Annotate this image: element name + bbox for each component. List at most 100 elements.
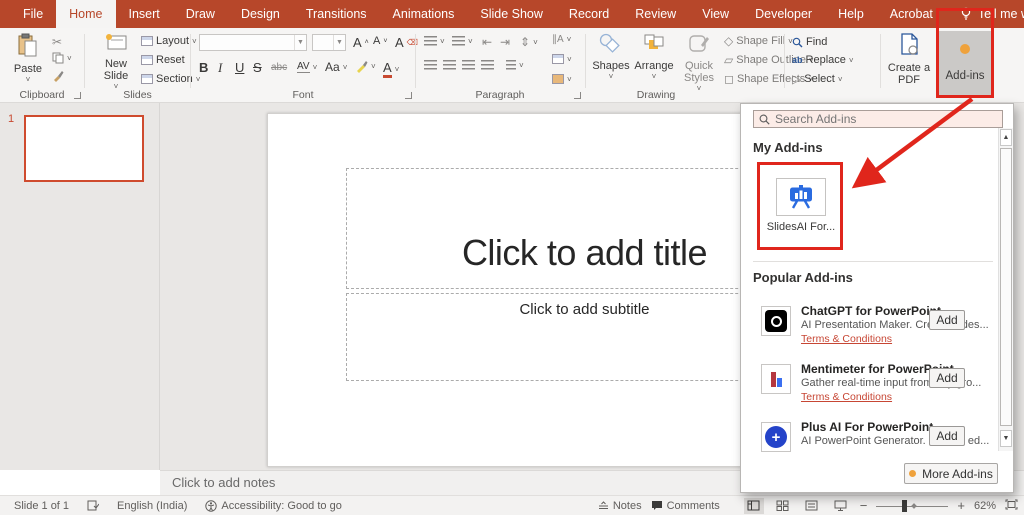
language-status[interactable]: English (India) (117, 500, 187, 512)
arrange-button[interactable]: Arrange ˅ (633, 33, 675, 81)
paragraph-dialog-launcher[interactable] (574, 92, 581, 99)
font-group-label: Font (292, 89, 314, 101)
paragraph-group-label: Paragraph (475, 89, 525, 101)
menu-tab-animations[interactable]: Animations (380, 0, 468, 28)
layout-button[interactable]: Layout ˅ (141, 35, 197, 47)
panel-scrollbar[interactable]: ▲ ▼ (998, 128, 1013, 451)
display-settings-icon[interactable] (87, 500, 100, 511)
font-size-select[interactable]: ▼ (312, 34, 346, 51)
font-dialog-launcher[interactable] (405, 92, 412, 99)
accessibility-status[interactable]: Accessibility: Good to go (205, 500, 342, 512)
smartart-button[interactable]: ˅ (552, 74, 572, 84)
strikethrough-button[interactable]: S (253, 60, 262, 75)
cut-button[interactable]: ✂ (52, 35, 62, 49)
underline-button[interactable]: U (235, 60, 244, 75)
paragraph-group: ˅ ˅ ⇤ ⇥ ⇕ ˅ ∥A ˅ ˅ ˅ ˅ Paragraph (416, 28, 584, 102)
shapes-button[interactable]: Shapes ˅ (592, 33, 630, 81)
numbering-button[interactable]: ˅ (452, 36, 473, 46)
new-slide-button[interactable]: New Slide ˅ (95, 33, 137, 91)
add-addin-button[interactable]: Add (929, 426, 965, 446)
menu-tab-view[interactable]: View (689, 0, 742, 28)
fit-to-window-button[interactable] (1005, 499, 1018, 513)
scrollbar-thumb[interactable] (1000, 148, 1012, 426)
bullets-button[interactable]: ˅ (424, 36, 445, 46)
terms-conditions-link[interactable]: Terms & Conditions (801, 391, 892, 403)
menu-tab-developer[interactable]: Developer (742, 0, 825, 28)
paste-icon (18, 33, 37, 57)
addins-search-input[interactable] (775, 112, 975, 126)
scroll-down-button[interactable]: ▼ (1000, 430, 1012, 447)
highlight-color-button[interactable]: ˅ (355, 60, 376, 73)
copy-button[interactable]: ˅ (52, 52, 72, 64)
create-pdf-label: Create a PDF (887, 62, 931, 86)
change-case-button[interactable]: Aa ˅ (325, 60, 347, 74)
text-direction-button[interactable]: ∥A ˅ (552, 34, 571, 45)
new-slide-icon (106, 34, 127, 50)
decrease-font-button[interactable]: A ˅ (373, 35, 387, 47)
addin-dot-icon (909, 470, 917, 477)
menu-tab-transitions[interactable]: Transitions (293, 0, 380, 28)
scroll-up-button[interactable]: ▲ (1000, 129, 1012, 146)
shapes-label: Shapes (592, 60, 630, 72)
menu-tab-file[interactable]: File (10, 0, 56, 28)
terms-conditions-link[interactable]: Terms & Conditions (801, 333, 892, 345)
notes-toggle[interactable]: Notes (598, 500, 642, 512)
align-text-button[interactable]: ˅ (552, 54, 572, 64)
create-pdf-button[interactable]: Create a PDF (885, 33, 933, 86)
notes-icon (598, 500, 608, 509)
italic-button[interactable]: I (218, 60, 222, 76)
increase-indent-button[interactable]: ⇥ (500, 35, 510, 49)
add-addin-button[interactable]: Add (929, 368, 965, 388)
menu-tab-draw[interactable]: Draw (173, 0, 228, 28)
font-name-select[interactable]: ▼ (199, 34, 307, 51)
bold-button[interactable]: B (199, 60, 208, 75)
menu-tab-insert[interactable]: Insert (116, 0, 173, 28)
menu-tab-design[interactable]: Design (228, 0, 293, 28)
arrange-icon (644, 34, 664, 49)
comments-toggle[interactable]: Comments (651, 500, 720, 512)
find-button[interactable]: Find (792, 36, 827, 48)
menu-tab-record[interactable]: Record (556, 0, 622, 28)
line-spacing-button[interactable]: ⇕ ˅ (520, 35, 538, 49)
slideshow-view-button[interactable] (831, 498, 851, 514)
slide-sorter-view-button[interactable] (773, 498, 793, 514)
align-center-button[interactable] (443, 60, 456, 70)
menu-tab-review[interactable]: Review (622, 0, 689, 28)
zoom-slider-handle[interactable] (902, 499, 908, 512)
align-left-button[interactable] (424, 60, 437, 70)
menu-tab-slide-show[interactable]: Slide Show (467, 0, 556, 28)
reset-button[interactable]: Reset (141, 54, 185, 66)
shape-fill-button[interactable]: ◇ Shape Fill ˅ (724, 34, 793, 48)
menu-tab-home[interactable]: Home (56, 0, 116, 28)
replace-button[interactable]: ab Replace ˅ (792, 54, 854, 66)
more-addins-button[interactable]: More Add-ins (904, 463, 998, 484)
format-painter-button[interactable] (52, 70, 64, 82)
align-right-button[interactable] (462, 60, 475, 70)
clipboard-dialog-launcher[interactable] (74, 92, 81, 99)
zoom-slider[interactable] (876, 499, 949, 513)
paste-button[interactable]: Paste ˅ (8, 33, 48, 84)
increase-font-button[interactable]: A ˄ (353, 35, 369, 50)
chevron-down-icon: ˅ (608, 72, 614, 81)
columns-button[interactable]: ˅ (506, 60, 524, 70)
chevron-down-icon: ˅ (25, 75, 31, 84)
justify-button[interactable] (481, 60, 494, 70)
decrease-indent-button[interactable]: ⇤ (482, 35, 492, 49)
select-button[interactable]: ▷ Select ˅ (792, 72, 842, 86)
slide-counter: Slide 1 of 1 (14, 499, 70, 512)
zoom-in-button[interactable]: + (957, 498, 965, 513)
addin-title: Plus AI For PowerPoint (801, 420, 934, 434)
text-shadow-button[interactable]: abc (271, 62, 287, 73)
zoom-out-button[interactable]: − (860, 498, 868, 513)
menu-tab-help[interactable]: Help (825, 0, 877, 28)
quick-styles-button[interactable]: Quick Styles ˅ (678, 33, 720, 93)
add-addin-button[interactable]: Add (929, 310, 965, 330)
reading-view-button[interactable] (802, 498, 822, 514)
slide-thumbnail[interactable] (24, 115, 144, 182)
zoom-level[interactable]: 62% (974, 500, 996, 512)
normal-view-button[interactable] (743, 497, 764, 514)
character-spacing-button[interactable]: AV ˅ (297, 61, 317, 73)
font-color-button[interactable]: A ˅ (383, 60, 399, 78)
status-bar: Slide 1 of 1 English (India) Accessibili… (0, 495, 1024, 515)
addins-search-box[interactable] (753, 110, 1003, 128)
